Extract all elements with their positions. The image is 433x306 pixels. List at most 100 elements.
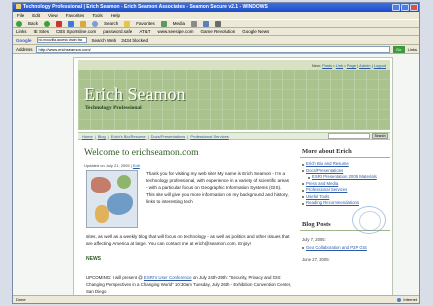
nav-bio-resume[interactable]: Erich's Bio/Resume	[111, 134, 146, 139]
go-button[interactable]: Go	[392, 45, 405, 53]
nav-separator: |	[107, 133, 109, 139]
menu-view[interactable]: View	[48, 12, 58, 19]
photo-shape	[95, 205, 109, 223]
nav-docs-presentations[interactable]: Docs/Presentations	[151, 134, 186, 139]
zone-label: Internet	[403, 297, 417, 302]
page-viewport: New: Posts • Link • Page | Admin | Logou…	[13, 54, 419, 297]
favorites-icon[interactable]	[124, 20, 131, 27]
site-search-button[interactable]: Search	[372, 133, 388, 139]
globe-watermark-icon	[352, 206, 386, 234]
media-label[interactable]: Media	[173, 21, 185, 26]
link-ie-sites[interactable]: IE Sites	[34, 29, 50, 34]
back-icon[interactable]	[16, 20, 22, 27]
google-label: Google	[16, 37, 32, 43]
photo-shape	[91, 177, 111, 193]
nav-separator: |	[94, 133, 96, 139]
admin-links-prefix: New:	[311, 63, 322, 68]
mail-icon[interactable]	[203, 20, 210, 27]
news-prefix: UPCOMING: I will present @	[86, 275, 143, 280]
internet-zone-icon	[397, 297, 402, 302]
link-cbs-sportsline[interactable]: CBS Sportsline.com	[56, 29, 96, 34]
post-meta: Updated on July 21, 2005 | Edit	[84, 163, 292, 168]
minimize-button[interactable]	[392, 4, 400, 11]
link-seesipe[interactable]: www.seesipe.com	[157, 29, 193, 34]
standard-toolbar: Back Search Favorites Media	[13, 19, 419, 28]
photo-shape	[107, 193, 133, 215]
history-icon[interactable]	[191, 20, 198, 27]
nav-blog[interactable]: Blog	[98, 134, 106, 139]
site-search-input[interactable]	[328, 133, 370, 139]
address-input[interactable]: http://www.erichseamon.com/	[35, 45, 390, 53]
address-label: Address	[16, 46, 33, 52]
favorites-label[interactable]: Favorites	[136, 21, 155, 26]
stop-icon[interactable]	[56, 20, 63, 27]
close-button[interactable]	[410, 4, 418, 11]
link-google-news[interactable]: Google News	[242, 29, 269, 34]
menu-help[interactable]: Help	[111, 12, 120, 19]
sidebar-item-reading-recommendations[interactable]: Reading Recommendations	[300, 200, 390, 207]
menu-edit[interactable]: Edit	[32, 12, 40, 19]
intro-text: Thank you for visiting my web site! My n…	[146, 171, 289, 204]
security-zone: Internet	[397, 297, 417, 302]
intro-text-continued: sites, as well as a weekly blog that wil…	[86, 234, 290, 246]
window-title: Technology Professional | Erich Seamon -…	[23, 4, 268, 10]
sidebar-post-link[interactable]: Geo Collaboration and P2P GIS	[300, 245, 390, 252]
new-page-link[interactable]: Page	[347, 63, 356, 68]
nav-professional-services[interactable]: Professional Services	[190, 134, 228, 139]
menu-file[interactable]: File	[17, 12, 24, 19]
links-label: Links	[16, 29, 27, 34]
window-titlebar: Technology Professional | Erich Seamon -…	[13, 3, 419, 12]
post-edit-link[interactable]: Edit	[133, 163, 140, 168]
logout-link[interactable]: Logout	[374, 63, 386, 68]
forward-icon[interactable]	[44, 20, 51, 27]
main-content: Welcome to erichseamon.com Updated on Ju…	[84, 144, 292, 297]
search-icon[interactable]	[92, 20, 99, 27]
sidebar-about-heading: More about Erich	[300, 144, 390, 158]
site-title[interactable]: Erich Seamon	[84, 84, 185, 105]
google-toolbar: Google ric.moozilla.access drain fax Sea…	[13, 36, 419, 45]
google-search-web-button[interactable]: Search Web	[92, 38, 117, 43]
media-icon[interactable]	[160, 20, 167, 27]
photo-shape	[117, 175, 131, 189]
news-heading: NEWS	[86, 256, 101, 262]
home-icon[interactable]	[80, 20, 87, 27]
menu-favorites[interactable]: Favorites	[66, 12, 85, 19]
menu-tools[interactable]: Tools	[92, 12, 103, 19]
link-att[interactable]: AT&T	[139, 29, 150, 34]
links-toolbar: Links IE Sites CBS Sportsline.com passwo…	[13, 28, 419, 36]
google-search-input[interactable]: ric.moozilla.access drain fax	[36, 37, 87, 43]
new-post-link[interactable]: Posts	[322, 63, 332, 68]
link-password-safe[interactable]: password.safe	[103, 29, 132, 34]
nav-separator: |	[147, 133, 149, 139]
status-bar: Done Internet	[13, 295, 419, 303]
address-bar: Address http://www.erichseamon.com/ Go L…	[13, 45, 419, 54]
site-nav: Home | Blog | Erich's Bio/Resume | Docs/Pre…	[78, 132, 390, 140]
news-item: UPCOMING: I will present @ ESRI's User C…	[86, 274, 292, 295]
sidebar-posts-list: Geo Collaboration and P2P GIS	[300, 245, 390, 252]
post-updated: Updated on July 21, 2005 |	[84, 163, 132, 168]
back-label[interactable]: Back	[28, 21, 38, 26]
link-game-revolution[interactable]: Game Revolution	[201, 29, 236, 34]
status-text: Done	[16, 297, 26, 302]
esri-conference-link[interactable]: ESRI's User Conference	[144, 275, 192, 280]
post-date: July 7, 2005:	[302, 236, 326, 242]
menu-bar: File Edit View Favorites Tools Help	[13, 12, 419, 19]
popup-blocked-count[interactable]: 3434 blocked	[121, 38, 148, 43]
maximize-button[interactable]	[401, 4, 409, 11]
refresh-icon[interactable]	[68, 20, 75, 27]
author-photo	[86, 170, 138, 228]
sidebar-about-list: Erich Bio and Resume Docs/Presentations …	[300, 161, 390, 207]
nav-home[interactable]: Home	[82, 134, 93, 139]
new-link-link[interactable]: Link	[336, 63, 343, 68]
website-container: New: Posts • Link • Page | Admin | Logou…	[73, 57, 393, 297]
site-tagline: Technology Professional	[85, 105, 142, 111]
search-label[interactable]: Search	[104, 21, 118, 26]
nav-separator: |	[187, 133, 189, 139]
print-icon[interactable]	[215, 20, 222, 27]
post-title[interactable]: Welcome to erichseamon.com	[84, 148, 292, 158]
links-button[interactable]: Links	[408, 47, 417, 52]
admin-link[interactable]: Admin	[359, 63, 370, 68]
sidebar: More about Erich Erich Bio and Resume Do…	[300, 144, 390, 297]
ie-icon	[16, 4, 21, 9]
browser-window: Technology Professional | Erich Seamon -…	[12, 2, 420, 304]
